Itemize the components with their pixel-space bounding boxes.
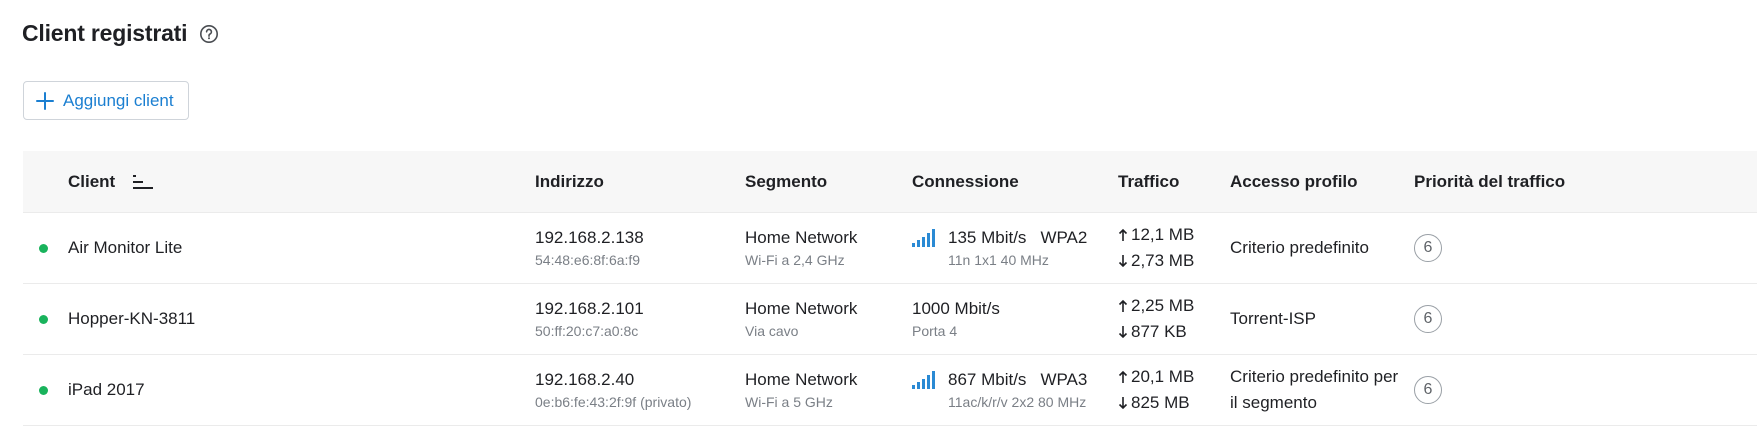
segment-type: Wi-Fi a 5 GHz	[745, 394, 833, 410]
arrow-up-icon	[1118, 299, 1128, 312]
connection-detail: Porta 4	[912, 323, 958, 339]
upload-traffic: 2,25 MB	[1131, 296, 1195, 315]
table-header: Client Indirizzo Segmento Connessione Tr…	[23, 151, 1757, 213]
upload-traffic: 12,1 MB	[1131, 225, 1195, 244]
download-traffic: 825 MB	[1131, 393, 1190, 412]
ip-address: 192.168.2.101	[535, 299, 644, 318]
column-label-client: Client	[68, 171, 116, 191]
mac-address: 0e:b6:fe:43:2f:9f (privato)	[535, 394, 692, 410]
column-label-segment: Segmento	[745, 171, 828, 191]
page-header: Client registrati	[22, 20, 219, 47]
column-label-connection: Connessione	[912, 171, 1019, 191]
link-speed: 135 Mbit/s	[948, 228, 1027, 247]
clients-table: Client Indirizzo Segmento Connessione Tr…	[23, 151, 1757, 426]
wifi-signal-icon	[912, 229, 935, 247]
column-label-priority: Priorità del traffico	[1414, 171, 1566, 191]
status-online-dot	[39, 315, 48, 324]
column-header-address: Indirizzo	[535, 151, 604, 212]
add-client-label: Aggiungi client	[63, 90, 174, 110]
column-label-profile: Accesso profilo	[1230, 171, 1358, 191]
arrow-up-icon	[1118, 228, 1128, 241]
ip-address: 192.168.2.138	[535, 228, 644, 247]
add-client-button[interactable]: Aggiungi client	[23, 81, 189, 120]
segment-name: Home Network	[745, 228, 858, 247]
table-row[interactable]: iPad 2017 192.168.2.40 0e:b6:fe:43:2f:9f…	[23, 355, 1757, 426]
priority-badge[interactable]: 6	[1414, 305, 1442, 333]
help-circle-icon[interactable]	[199, 24, 219, 44]
status-online-dot	[39, 244, 48, 253]
column-header-priority: Priorità del traffico	[1414, 151, 1565, 212]
segment-type: Via cavo	[745, 323, 799, 339]
mac-address: 54:48:e6:8f:6a:f9	[535, 252, 641, 268]
connection-detail: 11ac/k/r/v 2x2 80 MHz	[948, 394, 1087, 410]
sort-icon[interactable]	[133, 174, 155, 190]
security-type: WPA3	[1040, 370, 1088, 389]
connection-detail: 11n 1x1 40 MHz	[948, 252, 1049, 268]
table-row[interactable]: Hopper-KN-3811 192.168.2.101 50:ff:20:c7…	[23, 284, 1757, 355]
download-traffic: 2,73 MB	[1131, 251, 1195, 270]
profile-access[interactable]: Criterio predefinito per il segmento	[1230, 364, 1405, 416]
column-header-traffic: Traffico	[1118, 151, 1179, 212]
wifi-signal-icon	[912, 371, 935, 389]
column-header-connection: Connessione	[912, 151, 1019, 212]
table-row[interactable]: Air Monitor Lite 192.168.2.138 54:48:e6:…	[23, 213, 1757, 284]
column-label-address: Indirizzo	[535, 171, 604, 191]
plus-icon	[36, 91, 54, 110]
ip-address: 192.168.2.40	[535, 370, 635, 389]
upload-traffic: 20,1 MB	[1131, 367, 1195, 386]
client-name[interactable]: Hopper-KN-3811	[68, 308, 195, 330]
arrow-down-icon	[1118, 255, 1128, 268]
arrow-down-icon	[1118, 326, 1128, 339]
page-title: Client registrati	[22, 20, 188, 46]
column-header-profile: Accesso profilo	[1230, 151, 1358, 212]
mac-address: 50:ff:20:c7:a0:8c	[535, 323, 639, 339]
profile-access[interactable]: Torrent-ISP	[1230, 306, 1400, 332]
segment-name: Home Network	[745, 370, 858, 389]
link-speed: 1000 Mbit/s	[912, 299, 1000, 318]
arrow-up-icon	[1118, 370, 1128, 383]
profile-access[interactable]: Criterio predefinito	[1230, 235, 1400, 261]
column-label-traffic: Traffico	[1118, 171, 1180, 191]
arrow-down-icon	[1118, 397, 1128, 410]
column-header-client[interactable]: Client	[68, 151, 155, 212]
segment-type: Wi-Fi a 2,4 GHz	[745, 252, 845, 268]
client-name[interactable]: iPad 2017	[68, 379, 145, 401]
link-speed: 867 Mbit/s	[948, 370, 1027, 389]
security-type: WPA2	[1040, 228, 1088, 247]
client-name[interactable]: Air Monitor Lite	[68, 237, 182, 259]
column-header-segment: Segmento	[745, 151, 827, 212]
status-online-dot	[39, 386, 48, 395]
priority-badge[interactable]: 6	[1414, 234, 1442, 262]
priority-badge[interactable]: 6	[1414, 376, 1442, 404]
download-traffic: 877 KB	[1131, 322, 1187, 341]
segment-name: Home Network	[745, 299, 858, 318]
